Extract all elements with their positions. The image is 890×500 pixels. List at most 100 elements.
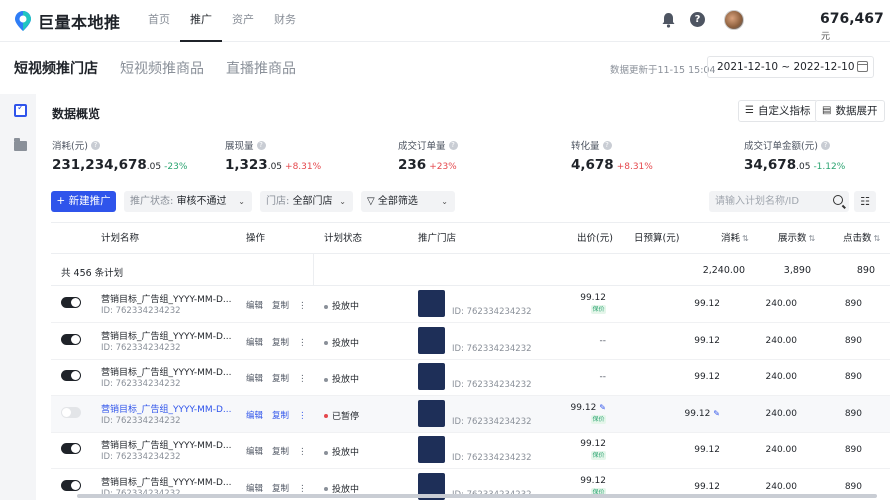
th-clicks[interactable]: 点击数 ⇅ <box>843 223 880 255</box>
edit-pen-icon[interactable]: ✎ <box>599 403 606 412</box>
main-panel: 数据概览 ☰ 自定义指标 ▤ 数据展开 消耗(元)? 231,234,678.0… <box>36 94 890 500</box>
plan-status: 投放中 <box>324 482 359 495</box>
search-icon[interactable] <box>833 195 843 205</box>
info-icon[interactable]: ? <box>90 140 100 150</box>
store-thumbnail[interactable] <box>418 399 445 427</box>
nav-promotion[interactable]: 推广 <box>180 0 222 42</box>
edit-button[interactable]: 编辑 <box>246 447 263 457</box>
bell-icon[interactable] <box>661 12 676 28</box>
plan-name[interactable]: 营销目标_广告组_YYYY-MM-D... <box>101 402 231 415</box>
status-dot-icon <box>324 414 328 418</box>
table-row[interactable]: 营销目标_广告组_YYYY-MM-D...ID: 762334234232编辑复… <box>51 432 890 469</box>
plan-toggle[interactable] <box>61 479 81 491</box>
folder-icon[interactable] <box>14 138 27 151</box>
custom-metrics-button[interactable]: ☰ 自定义指标 <box>738 100 819 122</box>
store-thumbnail[interactable] <box>418 326 445 354</box>
all-filters-button[interactable]: ▽ 全部筛选 ⌄ <box>361 191 455 212</box>
status-filter-select[interactable]: 推广状态: 审核不通过 ⌄ <box>124 191 252 212</box>
expand-data-button[interactable]: ▤ 数据展开 <box>815 100 886 122</box>
copy-button[interactable]: 复制 <box>272 484 289 494</box>
more-icon[interactable]: ⋮ <box>298 374 307 384</box>
tab-live-product[interactable]: 直播推商品 <box>226 58 296 78</box>
edit-button[interactable]: 编辑 <box>246 338 263 348</box>
bid-cell[interactable]: 99.12 ✎ 保价 <box>571 403 606 424</box>
more-icon[interactable]: ⋮ <box>298 338 307 348</box>
date-range-picker[interactable]: 2021-12-10 ~ 2022-12-10 <box>707 56 874 78</box>
edit-pen-icon[interactable]: ✎ <box>713 409 720 418</box>
budget-cell: 99.12 <box>694 445 720 455</box>
table-toolbar: + 新建推广 推广状态: 审核不通过 ⌄ 门店: 全部门店 ⌄ ▽ 全部筛选 ⌄… <box>51 191 876 213</box>
store-thumbnail[interactable] <box>418 363 445 390</box>
th-budget: 日预算(元) <box>634 233 680 244</box>
more-icon[interactable]: ⋮ <box>298 447 307 457</box>
store-thumbnail[interactable] <box>418 290 445 317</box>
metric-order-amount[interactable]: 成交订单金额(元)? 34,678.05 -1.12% <box>744 138 890 173</box>
nav-finance[interactable]: 财务 <box>264 0 306 42</box>
table-row[interactable]: 营销目标_广告组_YYYY-MM-D... ID: 762334234232 编辑复… <box>51 359 890 396</box>
plan-name[interactable]: 营销目标_广告组_YYYY-MM-D... <box>101 292 231 305</box>
row-actions: 编辑 复制 ⋮ <box>246 445 316 457</box>
edit-button[interactable]: 编辑 <box>246 411 263 421</box>
cost-cell: 240.00 <box>765 445 798 455</box>
summary-cost: 2,240.00 <box>702 265 745 276</box>
metric-conversions[interactable]: 转化量? 4,678 +8.31% <box>571 138 741 173</box>
plan-toggle[interactable] <box>61 370 81 381</box>
th-impressions[interactable]: 展示数 ⇅ <box>778 223 815 255</box>
table-row[interactable]: 营销目标_广告组_YYYY-MM-D... ID: 762334234232 编辑复… <box>51 323 890 360</box>
th-cost[interactable]: 消耗 ⇅ <box>721 223 749 255</box>
bid-cell: -- <box>599 335 607 346</box>
info-icon[interactable]: ? <box>448 140 458 150</box>
copy-button[interactable]: 复制 <box>272 447 289 457</box>
nav-home[interactable]: 首页 <box>138 0 180 42</box>
more-icon[interactable]: ⋮ <box>298 301 307 311</box>
more-icon[interactable]: ⋮ <box>298 484 307 494</box>
calendar-check-icon[interactable] <box>14 103 27 117</box>
plan-name[interactable]: 营销目标_广告组_YYYY-MM-D... <box>101 475 231 488</box>
nav-assets[interactable]: 资产 <box>222 0 264 42</box>
table-icon: ▤ <box>822 105 832 116</box>
store-filter-select[interactable]: 门店: 全部门店 ⌄ <box>260 191 353 212</box>
avatar[interactable] <box>724 10 744 30</box>
plan-name[interactable]: 营销目标_广告组_YYYY-MM-D... <box>101 329 231 342</box>
copy-button[interactable]: 复制 <box>272 338 289 348</box>
summary-row: 共 456 条计划 2,240.00 3,890 890 <box>51 254 890 286</box>
left-rail <box>0 94 36 500</box>
store-thumbnail[interactable] <box>418 436 445 463</box>
edit-button[interactable]: 编辑 <box>246 484 263 494</box>
budget-cell: 99.12 <box>694 481 720 492</box>
plan-toggle[interactable] <box>61 297 81 308</box>
copy-button[interactable]: 复制 <box>272 301 289 311</box>
info-icon[interactable]: ? <box>256 140 266 150</box>
metric-impressions[interactable]: 展现量? 1,323.05 +8.31% <box>225 138 395 173</box>
tab-video-product[interactable]: 短视频推商品 <box>120 58 204 78</box>
info-icon[interactable]: ? <box>602 140 612 150</box>
help-icon[interactable]: ? <box>690 12 705 27</box>
table-row[interactable]: 营销目标_广告组_YYYY-MM-D...ID: 762334234232编辑复… <box>51 286 890 323</box>
store-id: ID: 762334234232 <box>452 416 532 427</box>
edit-button[interactable]: 编辑 <box>246 301 263 311</box>
horizontal-scrollbar[interactable] <box>77 494 877 498</box>
overview-title: 数据概览 <box>52 107 101 121</box>
copy-button[interactable]: 复制 <box>272 374 289 384</box>
info-icon[interactable]: ? <box>820 140 830 150</box>
metric-cost[interactable]: 消耗(元)? 231,234,678.05 -23% <box>52 138 222 173</box>
search-input[interactable]: 请输入计划名称/ID <box>709 191 849 212</box>
more-icon[interactable]: ⋮ <box>298 411 307 421</box>
impressions-cell: 890 <box>844 481 862 492</box>
new-plan-button[interactable]: + 新建推广 <box>51 191 116 212</box>
plan-toggle[interactable] <box>61 333 81 345</box>
plan-toggle[interactable] <box>61 406 81 418</box>
copy-button[interactable]: 复制 <box>272 411 289 421</box>
column-settings-icon[interactable]: ☷ <box>854 191 876 212</box>
plan-name[interactable]: 营销目标_广告组_YYYY-MM-D... <box>101 438 231 451</box>
store-id: ID: 762334234232 <box>452 343 532 354</box>
table-row[interactable]: 营销目标_广告组_YYYY-MM-D... ID: 762334234232 编辑复… <box>51 395 890 433</box>
edit-button[interactable]: 编辑 <box>246 374 263 384</box>
store-id: ID: 762334234232 <box>452 380 532 390</box>
brand-logo[interactable]: 巨量本地推 <box>14 9 121 33</box>
plan-toggle[interactable] <box>61 443 81 454</box>
tab-video-store[interactable]: 短视频推门店 <box>14 58 98 78</box>
metric-orders[interactable]: 成交订单量? 236 +23% <box>398 138 568 173</box>
plan-name[interactable]: 营销目标_广告组_YYYY-MM-D... <box>101 365 231 378</box>
plan-status: 投放中 <box>324 372 359 385</box>
